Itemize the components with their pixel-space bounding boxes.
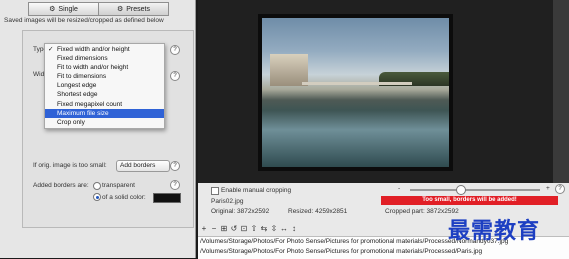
warning-banner: Too small, borders will be added! (381, 196, 558, 205)
file-toolbar: + − ⊞ ↺ ⊡ ⇧ ⇆ ⇳ ↔ ↕ (200, 224, 298, 233)
type-help-button[interactable]: ? (170, 45, 180, 55)
radio-transparent-label: transparent (102, 182, 135, 189)
color-swatch[interactable] (153, 193, 181, 203)
fit-width-icon[interactable]: ↔ (280, 224, 288, 233)
right-strip (553, 0, 569, 183)
tab-presets-label: Presets (126, 5, 150, 13)
manual-crop-label: Enable manual cropping (221, 187, 292, 194)
borders-help-button[interactable]: ? (170, 180, 180, 190)
tab-single-label: Single (58, 5, 78, 13)
manual-crop-checkbox[interactable] (211, 187, 219, 195)
menu-item-label: Longest edge (57, 82, 97, 90)
add-icon[interactable]: + (200, 224, 208, 233)
menu-item-fixed-width-height[interactable]: ✓ Fixed width and/or height (45, 45, 164, 54)
width-help-button[interactable]: ? (170, 71, 180, 81)
fit-height-icon[interactable]: ↕ (290, 224, 298, 233)
radio-transparent[interactable] (93, 182, 101, 190)
list-item[interactable]: /Volumes/Storage/Photos/For Photo Sense/… (198, 247, 569, 257)
remove-icon[interactable]: − (210, 224, 218, 233)
menu-item-megapixel[interactable]: Fixed megapixel count (45, 100, 164, 109)
menu-item-label: Shortest edge (57, 91, 98, 99)
menu-item-label: Crop only (57, 118, 85, 126)
menu-item-fixed-dimensions[interactable]: Fixed dimensions (45, 54, 164, 63)
mode-tabs: ⚙ Single ⚙ Presets (28, 2, 169, 16)
original-size: Original: 3872x2592 (211, 208, 270, 215)
too-small-help-button[interactable]: ? (170, 161, 180, 171)
grid-icon[interactable]: ⊞ (220, 224, 228, 233)
info-text: Saved images will be resized/cropped as … (4, 17, 164, 24)
watermark-text: 最需教育 (448, 219, 541, 244)
too-small-select[interactable]: Add borders (116, 160, 170, 172)
menu-item-crop-only[interactable]: Crop only (45, 118, 164, 127)
file-name: Paris02.jpg (211, 198, 244, 205)
bridge-shape (302, 82, 412, 85)
menu-item-label: Fixed width and/or height (57, 46, 130, 53)
radio-solid-color[interactable] (93, 193, 101, 201)
rotate-icon[interactable]: ↺ (230, 224, 238, 233)
paris-photo (262, 18, 449, 167)
menu-item-label: Fit to width and/or height (57, 64, 129, 72)
too-small-value: Add borders (120, 162, 156, 169)
menu-item-label: Maximum file size (57, 109, 109, 117)
menu-item-fit-dimensions[interactable]: Fit to dimensions (45, 72, 164, 81)
menu-item-longest-edge[interactable]: Longest edge (45, 81, 164, 90)
resized-size: Resized: 4259x2851 (288, 208, 348, 215)
tab-single[interactable]: ⚙ Single (28, 2, 99, 16)
menu-item-fit-width-height[interactable]: Fit to width and/or height (45, 63, 164, 72)
image-preview[interactable] (258, 14, 453, 171)
upload-icon[interactable]: ⇧ (250, 224, 258, 233)
gear-icon: ⚙ (116, 6, 124, 13)
swap-icon[interactable]: ⇆ (260, 224, 268, 233)
menu-item-max-file-size[interactable]: Maximum file size (45, 108, 164, 118)
flip-vertical-icon[interactable]: ⇳ (270, 224, 278, 233)
slider-help-button[interactable]: ? (555, 184, 565, 194)
zoom-slider[interactable] (410, 189, 540, 191)
type-dropdown-menu: ✓ Fixed width and/or height Fixed dimensi… (44, 43, 165, 129)
checkmark-icon: ✓ (48, 46, 54, 53)
too-small-label: If orig. image is too small: (33, 162, 107, 169)
preview-area (198, 0, 553, 183)
menu-item-label: Fit to dimensions (57, 73, 107, 81)
zoom-slider-knob[interactable] (456, 185, 466, 195)
slider-plus[interactable]: + (546, 185, 550, 192)
settings-panel: ⚙ Single ⚙ Presets Saved images will be … (0, 0, 196, 258)
tab-presets[interactable]: ⚙ Presets (98, 2, 169, 16)
slider-minus[interactable]: - (398, 185, 400, 192)
gear-icon: ⚙ (49, 6, 56, 13)
borders-label: Added borders are: (33, 182, 89, 189)
menu-item-shortest-edge[interactable]: Shortest edge (45, 90, 164, 99)
menu-item-label: Fixed megapixel count (57, 100, 123, 108)
menu-item-label: Fixed dimensions (57, 55, 108, 63)
crop-icon[interactable]: ⊡ (240, 224, 248, 233)
radio-solid-label: of a solid color: (102, 194, 146, 201)
